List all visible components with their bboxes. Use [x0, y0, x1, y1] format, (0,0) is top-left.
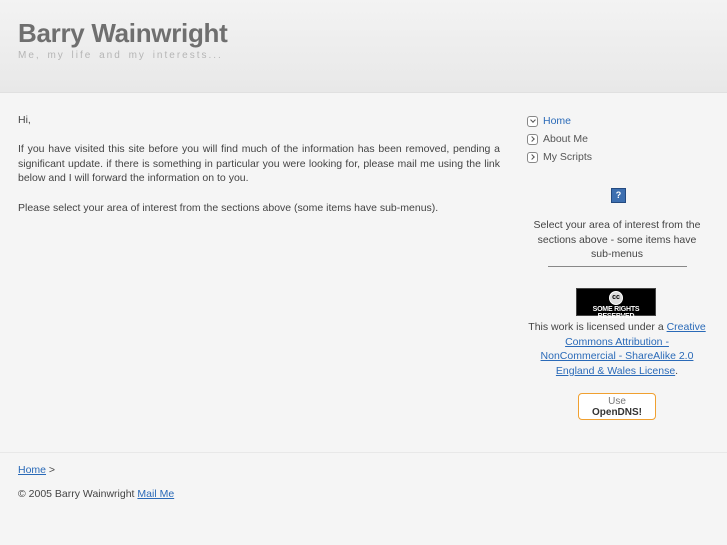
cc-logo-icon: cc — [609, 291, 623, 305]
sidebar-item-label[interactable]: About Me — [543, 133, 588, 145]
mail-me-link[interactable]: Mail Me — [137, 488, 174, 500]
copyright: © 2005 Barry Wainwright Mail Me — [18, 488, 174, 500]
opendns-badge[interactable]: Use OpenDNS! — [578, 393, 656, 420]
site-title: Barry Wainwright — [18, 18, 228, 48]
intro-paragraph: If you have visited this site before you… — [18, 143, 500, 185]
divider — [548, 266, 687, 267]
site-tagline: Me, my life and my interests... — [18, 50, 223, 61]
opendns-use-text: Use — [608, 396, 626, 407]
sidebar-item-my-scripts[interactable]: My Scripts — [527, 148, 707, 166]
breadcrumb: Home > — [18, 464, 55, 476]
license-prefix: This work is licensed under a — [528, 321, 667, 333]
footer-divider — [0, 452, 727, 453]
breadcrumb-home-link[interactable]: Home — [18, 464, 46, 476]
cc-badge-text: SOME RIGHTS RESERVED — [592, 306, 640, 320]
sidebar-item-label[interactable]: My Scripts — [543, 151, 592, 163]
opendns-brand-text: OpenDNS! — [592, 407, 642, 418]
copyright-text: © 2005 Barry Wainwright — [18, 488, 138, 500]
sidebar-item-about-me[interactable]: About Me — [527, 130, 707, 148]
greeting-text: Hi, — [18, 114, 31, 126]
expand-icon[interactable] — [527, 151, 538, 163]
creative-commons-badge[interactable]: cc SOME RIGHTS RESERVED — [576, 288, 656, 320]
license-notice: This work is licensed under a Creative C… — [527, 320, 707, 378]
sidebar: Home About Me My Scripts ? Select your a… — [527, 112, 707, 420]
breadcrumb-separator: > — [46, 464, 56, 476]
main-content: Hi, If you have visited this site before… — [18, 113, 500, 230]
license-suffix: . — [675, 364, 679, 377]
sidebar-item-home[interactable]: Home — [527, 112, 707, 130]
expand-icon[interactable] — [527, 133, 538, 145]
site-header: Barry Wainwright Me, my life and my inte… — [0, 0, 727, 93]
help-text: Select your area of interest from the se… — [533, 219, 701, 261]
sidebar-item-label[interactable]: Home — [543, 115, 571, 127]
help-icon[interactable]: ? — [611, 188, 626, 203]
instruction-paragraph: Please select your area of interest from… — [18, 201, 439, 214]
collapse-icon[interactable] — [527, 115, 538, 127]
